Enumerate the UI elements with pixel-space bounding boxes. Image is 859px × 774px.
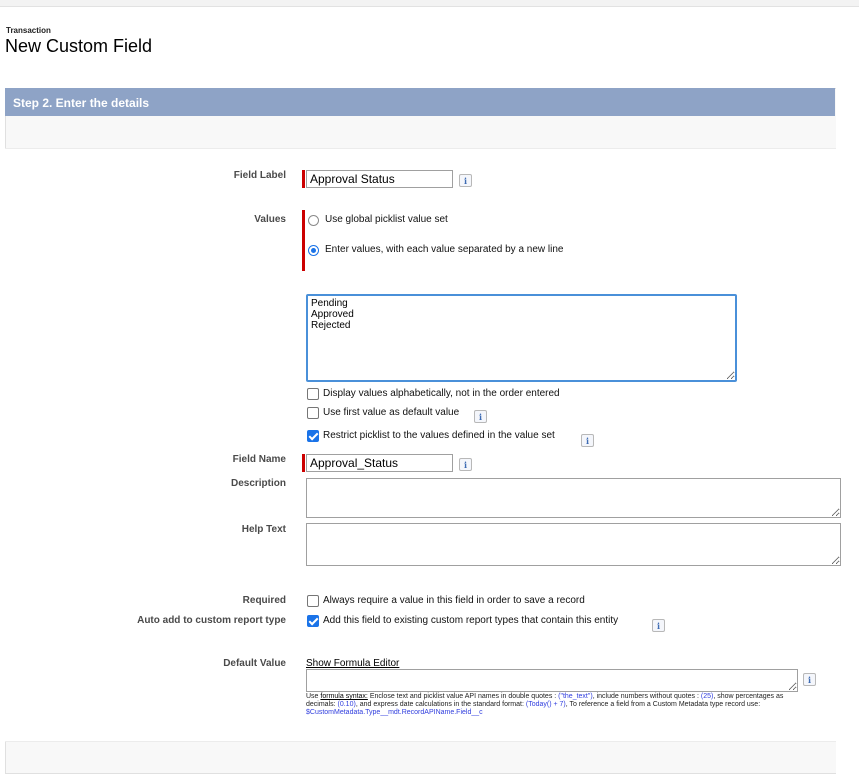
- radio-enter-values[interactable]: [308, 245, 319, 256]
- checkbox-first-value-default[interactable]: [307, 407, 319, 419]
- values-label: Values: [254, 214, 286, 225]
- hint-text: Enclose text and picklist value API name…: [367, 693, 559, 700]
- info-icon[interactable]: i: [581, 434, 594, 447]
- hint-text: , and express date calculations in the s…: [355, 701, 526, 708]
- info-icon[interactable]: i: [803, 673, 816, 686]
- hint-example: ("the_text"): [558, 693, 593, 700]
- hint-text: , To reference a field from a Custom Met…: [565, 701, 761, 708]
- hint-example: (0.10): [337, 701, 356, 708]
- show-formula-editor-link[interactable]: Show Formula Editor: [306, 658, 399, 669]
- hint-text: , include numbers without quotes :: [592, 693, 701, 700]
- help-text-label: Help Text: [241, 524, 286, 535]
- required-marker: [302, 170, 305, 188]
- hint-example: $CustomMetadata.Type__mdt.RecordAPIName.…: [306, 709, 483, 716]
- picklist-values-textarea[interactable]: Pending Approved Rejected: [306, 294, 737, 382]
- info-icon[interactable]: i: [474, 410, 487, 423]
- required-label: Required: [242, 595, 286, 606]
- checkbox-sort-alphabetically[interactable]: [307, 388, 319, 400]
- formula-hint: Use formula syntax: Enclose text and pic…: [306, 693, 802, 717]
- hint-example: (25): [700, 693, 714, 700]
- field-label-label: Field Label: [233, 170, 286, 181]
- description-textarea[interactable]: [306, 478, 841, 518]
- step-header: Step 2. Enter the details: [5, 88, 835, 116]
- checkbox-auto-add[interactable]: [307, 615, 319, 627]
- step-title: Step 2. Enter the details: [13, 96, 150, 110]
- default-value-label: Default Value: [223, 658, 286, 669]
- checkbox-first-value-default-label: Use first value as default value: [323, 407, 460, 418]
- required-marker: [302, 454, 305, 472]
- auto-add-label: Auto add to custom report type: [137, 615, 286, 626]
- formula-syntax-link[interactable]: formula syntax:: [320, 693, 367, 700]
- field-name-label: Field Name: [232, 454, 286, 465]
- radio-global-picklist-label: Use global picklist value set: [325, 214, 448, 225]
- checkbox-auto-add-label: Add this field to existing custom report…: [323, 615, 619, 626]
- info-icon[interactable]: i: [459, 458, 472, 471]
- default-value-textarea[interactable]: [306, 669, 798, 692]
- field-name-input[interactable]: [306, 454, 453, 472]
- checkbox-required[interactable]: [307, 595, 319, 607]
- info-icon[interactable]: i: [652, 619, 665, 632]
- page-title: New Custom Field: [5, 36, 153, 56]
- object-label: Transaction: [6, 26, 51, 35]
- hint-example: (Today() + 7): [525, 701, 566, 708]
- radio-global-picklist[interactable]: [308, 215, 319, 226]
- description-label: Description: [230, 478, 286, 489]
- checkbox-required-label: Always require a value in this field in …: [323, 595, 585, 606]
- form-body: [5, 148, 836, 742]
- required-marker: [302, 210, 305, 271]
- info-icon[interactable]: i: [459, 174, 472, 187]
- checkbox-restrict-picklist[interactable]: [307, 430, 319, 442]
- top-bar: [0, 0, 859, 7]
- checkbox-restrict-picklist-label: Restrict picklist to the values defined …: [323, 430, 555, 441]
- field-label-input[interactable]: [306, 170, 453, 188]
- hint-text: Use: [306, 693, 321, 700]
- radio-enter-values-label: Enter values, with each value separated …: [325, 244, 564, 255]
- checkbox-sort-alphabetically-label: Display values alphabetically, not in th…: [323, 388, 560, 399]
- help-text-textarea[interactable]: [306, 523, 841, 566]
